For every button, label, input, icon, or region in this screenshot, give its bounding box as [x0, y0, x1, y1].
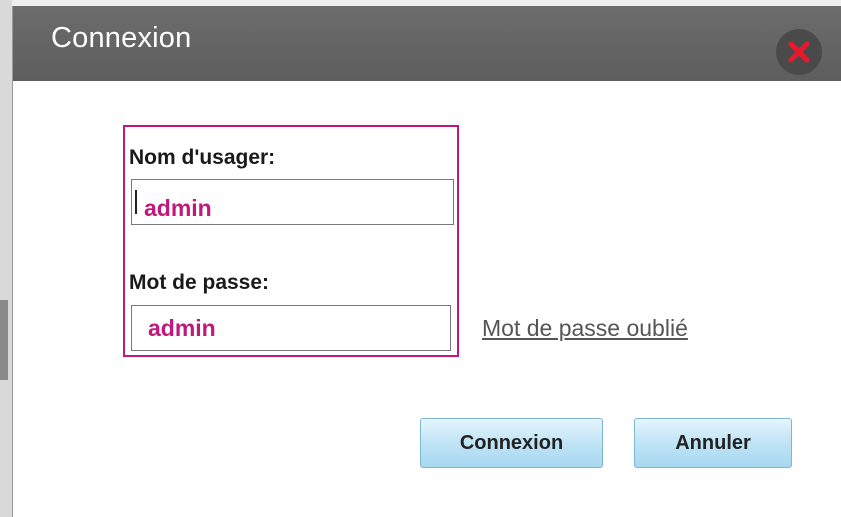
username-value: admin [144, 195, 212, 221]
cancel-button[interactable]: Annuler [634, 418, 792, 468]
password-value: admin [148, 315, 216, 341]
login-dialog: Connexion Nom d'usager: admin Mot de pas… [12, 6, 841, 517]
forgot-password-link[interactable]: Mot de passe oublié [482, 315, 688, 342]
password-field[interactable]: admin [131, 305, 451, 351]
username-label: Nom d'usager: [129, 146, 276, 169]
text-caret [135, 190, 137, 214]
username-field[interactable]: admin [131, 179, 454, 225]
password-label: Mot de passe: [129, 271, 270, 294]
dialog-title: Connexion [51, 22, 192, 54]
close-icon [788, 41, 810, 63]
dialog-titlebar: Connexion [13, 6, 841, 81]
close-button[interactable] [776, 29, 822, 75]
background-scrollbar [0, 300, 8, 380]
login-button[interactable]: Connexion [420, 418, 603, 468]
background-page-strip [0, 0, 12, 517]
